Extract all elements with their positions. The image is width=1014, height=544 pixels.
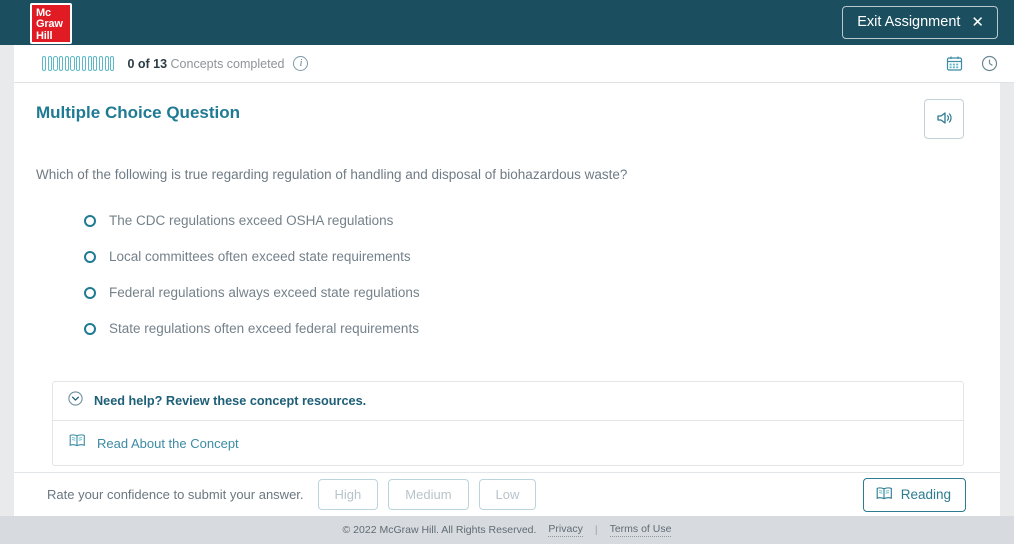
speaker-icon [934, 108, 954, 131]
progress-segment [47, 56, 52, 71]
radio-button-icon[interactable] [84, 250, 96, 263]
reading-button[interactable]: Reading [862, 477, 966, 512]
confidence-prompt: Rate your confidence to submit your answ… [47, 487, 304, 502]
copyright-text: © 2022 McGraw Hill. All Rights Reserved. [342, 524, 537, 536]
progress-segment [93, 56, 98, 71]
privacy-link[interactable]: Privacy [548, 523, 583, 537]
progress-count: 0 of 13 [127, 56, 168, 71]
clock-icon[interactable] [981, 55, 998, 72]
progress-segment [42, 56, 47, 71]
footer-separator: | [594, 524, 598, 536]
close-icon: ✕ [971, 13, 984, 31]
progress-caption: Concepts completed [170, 56, 285, 71]
confidence-bar: Rate your confidence to submit your answ… [14, 472, 1000, 516]
progress-label: 0 of 13 Concepts completed [127, 57, 284, 71]
terms-of-use-link[interactable]: Terms of Use [609, 523, 672, 537]
page-footer: © 2022 McGraw Hill. All Rights Reserved.… [0, 516, 1014, 544]
confidence-medium-button[interactable]: Medium [388, 479, 469, 510]
page-title: Multiple Choice Question [36, 103, 241, 122]
answer-option[interactable]: Federal regulations always exceed state … [84, 285, 978, 300]
read-about-concept-label: Read About the Concept [97, 435, 239, 451]
concept-resources-card: Need help? Review these concept resource… [52, 381, 964, 466]
progress-segment [76, 56, 81, 71]
need-help-label: Need help? Review these concept resource… [94, 394, 367, 408]
confidence-low-button[interactable]: Low [478, 479, 537, 510]
calendar-icon[interactable] [946, 55, 963, 72]
question-header: Multiple Choice Question [36, 99, 978, 139]
answer-option[interactable]: State regulations often exceed federal r… [84, 321, 978, 336]
assignment-page: Mc Graw Hill Exit Assignment ✕ 0 of 13 C… [0, 0, 1014, 544]
question-content: Multiple Choice Question Which of the fo… [14, 83, 1000, 472]
radio-button-icon[interactable] [84, 286, 96, 299]
progress-segment [98, 56, 104, 71]
top-header-bar: Mc Graw Hill Exit Assignment ✕ [0, 0, 1014, 45]
info-icon[interactable]: i [293, 56, 309, 71]
progress-segment [53, 56, 58, 71]
confidence-button-group: High Medium Low [317, 479, 537, 510]
book-icon [876, 486, 893, 504]
logo-line-2: Graw [36, 18, 63, 31]
answer-option-label: State regulations often exceed federal r… [109, 321, 419, 336]
mcgraw-hill-logo: Mc Graw Hill [30, 2, 72, 44]
answer-option[interactable]: The CDC regulations exceed OSHA regulati… [84, 213, 978, 228]
strip-icon-group [946, 55, 998, 72]
progress-segment [59, 56, 64, 71]
need-help-toggle[interactable]: Need help? Review these concept resource… [53, 382, 963, 421]
progress-segment [110, 56, 115, 71]
progress-segment [87, 56, 92, 71]
answer-option[interactable]: Local committees often exceed state requ… [84, 249, 978, 264]
chevron-down-icon [68, 391, 83, 411]
progress-segment [70, 56, 75, 71]
read-aloud-button[interactable] [924, 99, 964, 139]
exit-assignment-label: Exit Assignment [857, 14, 961, 30]
radio-button-icon[interactable] [84, 214, 96, 227]
question-page: Multiple Choice Question Which of the fo… [14, 83, 1000, 516]
logo-line-3: Hill [36, 29, 53, 42]
question-prompt: Which of the following is true regarding… [36, 167, 628, 182]
reading-label: Reading [900, 487, 951, 502]
progress-strip: 0 of 13 Concepts completed i [14, 45, 1014, 83]
answer-option-label: Local committees often exceed state requ… [109, 249, 411, 264]
concepts-progress-bar [42, 56, 115, 71]
answer-options-list: The CDC regulations exceed OSHA regulati… [84, 213, 978, 336]
answer-option-label: The CDC regulations exceed OSHA regulati… [109, 213, 394, 228]
radio-button-icon[interactable] [84, 322, 96, 335]
exit-assignment-button[interactable]: Exit Assignment ✕ [842, 6, 998, 39]
progress-segment [81, 56, 86, 71]
answer-option-label: Federal regulations always exceed state … [109, 285, 420, 300]
book-icon [69, 433, 86, 453]
confidence-high-button[interactable]: High [317, 479, 379, 510]
progress-segment [64, 56, 69, 71]
progress-segment [104, 56, 109, 71]
read-about-concept-link[interactable]: Read About the Concept [53, 421, 963, 465]
